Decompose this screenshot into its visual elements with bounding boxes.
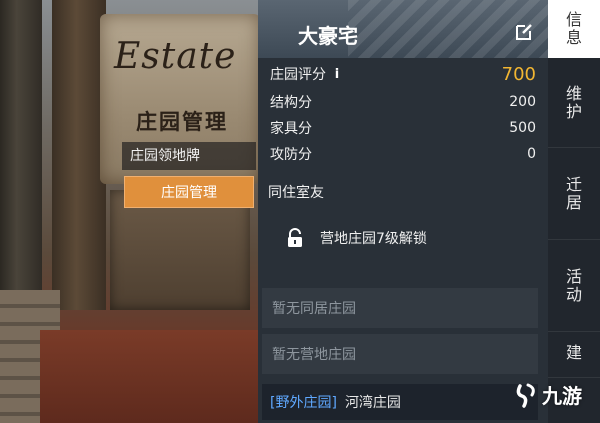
- tab-char: 迁: [565, 174, 582, 194]
- game-scene: Estate 庄园管理 庄园领地牌 庄园管理: [0, 0, 258, 423]
- tab-info[interactable]: 信 息: [548, 0, 600, 58]
- lock-icon: [288, 228, 302, 247]
- tab-char: 活: [565, 266, 582, 286]
- wild-estate-tag: [野外庄园]: [270, 395, 337, 411]
- score-row-total: 庄园评分 i 700: [270, 62, 536, 86]
- score-label: 结构分: [270, 95, 312, 111]
- cohabit-estate-slot[interactable]: 暂无同居庄园: [262, 288, 538, 328]
- tab-char: 护: [565, 101, 582, 121]
- tab-activity[interactable]: 活 动: [548, 240, 600, 332]
- locked-roommate-slot: 营地庄园7级解锁: [286, 228, 427, 248]
- roommates-title: 同住室友: [268, 185, 324, 201]
- tab-relocate[interactable]: 迁 居: [548, 148, 600, 240]
- info-icon[interactable]: i: [332, 67, 342, 82]
- edit-icon[interactable]: [514, 22, 534, 42]
- estate-info-panel: 大豪宅 庄园评分 i 700 结构分 200 家具分 500 攻防分 0 同住室…: [258, 0, 548, 423]
- sign-lower-board: [110, 190, 250, 310]
- camp-estate-slot[interactable]: 暂无营地庄园: [262, 334, 538, 374]
- score-label: 庄园评分: [270, 67, 326, 83]
- score-value: 0: [527, 146, 536, 162]
- tab-char: 维: [565, 83, 582, 103]
- watermark: 九游: [514, 380, 582, 409]
- score-value-total: 700: [501, 63, 536, 85]
- watermark-text: 九游: [542, 384, 582, 408]
- stone-pillar: [0, 0, 42, 340]
- tab-char: 动: [565, 284, 582, 304]
- score-value: 200: [509, 94, 536, 110]
- score-row-defense: 攻防分 0: [270, 142, 536, 166]
- panel-header: 大豪宅: [258, 0, 548, 58]
- sign-title-text: 庄园管理: [136, 110, 228, 134]
- tab-maintain[interactable]: 维 护: [548, 58, 600, 148]
- score-value: 500: [509, 120, 536, 136]
- side-tabs: 信 息 维 护 迁 居 活 动 建: [548, 0, 600, 423]
- wooden-post: [52, 0, 106, 310]
- score-label: 家具分: [270, 121, 312, 137]
- slot-text: 暂无营地庄园: [272, 347, 356, 363]
- tab-char: 息: [565, 27, 582, 47]
- territory-sign-label: 庄园领地牌: [122, 142, 256, 170]
- jiuyou-logo-icon: [516, 383, 535, 408]
- sign-script-text: Estate: [114, 36, 237, 77]
- score-row-furniture: 家具分 500: [270, 116, 536, 140]
- ground: [40, 330, 258, 423]
- tab-char: 建: [565, 343, 582, 362]
- slot-text: 暂无同居庄园: [272, 301, 356, 317]
- unlock-text: 营地庄园7级解锁: [320, 231, 427, 247]
- wild-estate-name: 河湾庄园: [344, 395, 401, 411]
- score-row-structure: 结构分 200: [270, 90, 536, 114]
- tab-char: 信: [565, 9, 582, 29]
- tab-char: 居: [565, 192, 582, 212]
- wild-estate-slot[interactable]: [野外庄园] 河湾庄园: [262, 384, 538, 420]
- tab-build[interactable]: 建: [548, 332, 600, 378]
- estate-manage-button[interactable]: 庄园管理: [124, 176, 254, 208]
- score-label: 攻防分: [270, 147, 312, 163]
- estate-name: 大豪宅: [298, 24, 358, 48]
